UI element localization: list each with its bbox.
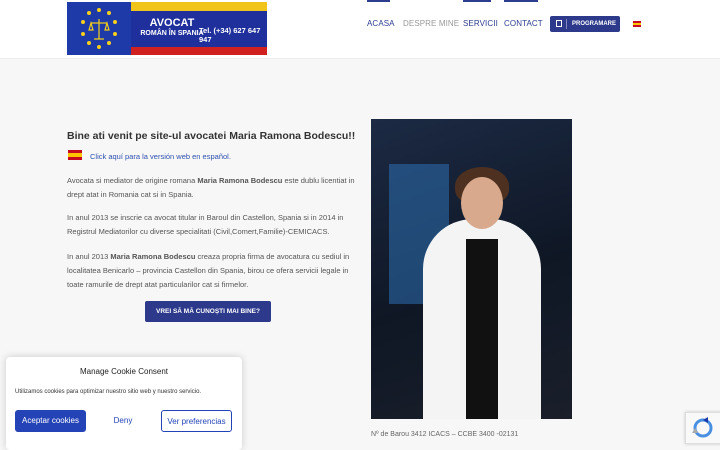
firm-paragraph: In anul 2013 Maria Ramona Bodescu creaza… <box>67 250 357 292</box>
nav-indicator-acasa <box>367 0 390 2</box>
cookie-text: Utilizamos cookies para optimizar nuestr… <box>15 389 202 395</box>
firm-text: In anul 2013 <box>67 252 111 261</box>
lawyer-portrait <box>371 119 572 419</box>
logo-subtitle: ROMÂN ÎN SPANIA <box>140 30 204 37</box>
page-heading: Bine ati venit pe site-ul avocatei Maria… <box>67 130 356 142</box>
button-divider <box>566 19 567 29</box>
recaptcha-icon <box>692 417 713 438</box>
spain-flag-icon <box>68 150 82 160</box>
accept-cookies-button[interactable]: Aceptar cookies <box>15 410 86 432</box>
nav-item-contact[interactable]: CONTACT <box>504 19 543 28</box>
programare-label: PROGRAMARE <box>572 21 617 27</box>
portrait-face <box>461 177 503 229</box>
intro-text: Avocata si mediator de origine romana <box>67 176 198 185</box>
site-header: AVOCAT ROMÂN ÎN SPANIA Tel. (+34) 627 64… <box>0 0 720 59</box>
logo-stripe-red <box>131 47 267 55</box>
intro-paragraph: Avocata si mediator de origine romana Ma… <box>67 174 357 202</box>
nav-item-servicii[interactable]: SERVICII <box>463 19 498 28</box>
intro-name: Maria Ramona Bodescu <box>197 176 283 185</box>
logo-wordmark: AVOCAT ROMÂN ÎN SPANIA <box>137 18 207 38</box>
site-logo[interactable]: AVOCAT ROMÂN ÎN SPANIA Tel. (+34) 627 64… <box>67 2 267 55</box>
spanish-version-link[interactable]: Click aquí para la versión web en españo… <box>90 152 231 161</box>
nav-indicator-contact <box>504 0 538 2</box>
know-me-button[interactable]: VREI SĂ MĂ CUNOȘTI MAI BINE? <box>145 301 271 322</box>
programare-button[interactable]: PROGRAMARE <box>550 16 620 32</box>
deny-cookies-button[interactable]: Deny <box>93 410 153 432</box>
logo-phone: Tel. (+34) 627 647 947 <box>199 26 261 44</box>
logo-title: AVOCAT <box>149 17 195 29</box>
firm-name: Maria Ramona Bodescu <box>110 252 196 261</box>
recaptcha-badge[interactable] <box>685 412 720 444</box>
bar-registration-caption: Nº de Barou 3412 ICACS – CCBE 3400 -0213… <box>371 431 519 438</box>
cookie-title: Manage Cookie Consent <box>79 367 169 376</box>
portrait-top <box>466 239 498 419</box>
nav-item-despre-mine[interactable]: DESPRE MINE <box>403 19 459 28</box>
cookie-consent-banner: Manage Cookie Consent Utilizamos cookies… <box>6 357 242 450</box>
spain-flag-icon[interactable] <box>633 21 641 27</box>
nav-item-acasa[interactable]: ACASA <box>367 19 395 28</box>
career-paragraph: In anul 2013 se inscrie ca avocat titula… <box>67 213 344 236</box>
logo-stripe-yellow <box>131 2 267 11</box>
nav-indicator-servicii <box>463 0 491 2</box>
cookie-preferences-button[interactable]: Ver preferencias <box>161 410 232 432</box>
calendar-icon <box>556 20 562 27</box>
eu-flag-icon <box>67 2 131 55</box>
